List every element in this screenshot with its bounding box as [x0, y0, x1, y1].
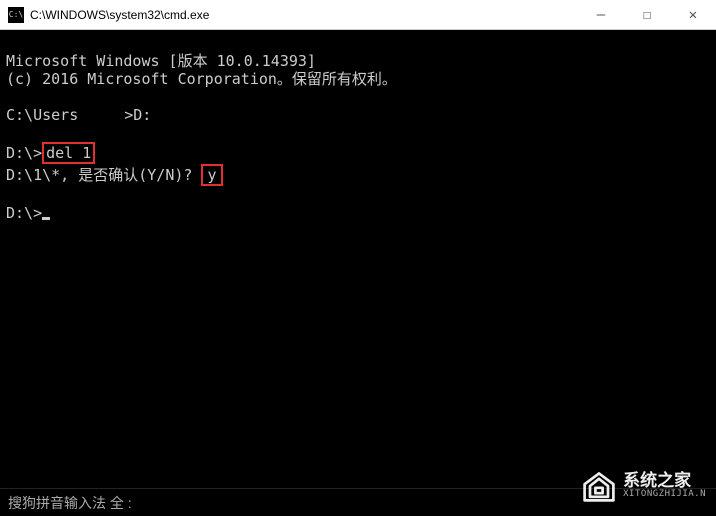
watermark-text: 系统之家 XITONGZHIJIA.N	[623, 472, 706, 501]
prompt-c-suffix: >D:	[124, 106, 151, 124]
watermark-main: 系统之家	[623, 472, 706, 491]
titlebar-controls: — ☐ ✕	[578, 0, 716, 29]
highlighted-command-del: del 1	[42, 142, 95, 164]
watermark: 系统之家 XITONGZHIJIA.N	[581, 468, 706, 504]
close-button[interactable]: ✕	[670, 0, 716, 29]
highlighted-input-y: y	[201, 164, 222, 186]
prompt-c-users: C:\Users	[6, 106, 78, 124]
confirm-prompt: D:\1\*, 是否确认(Y/N)?	[6, 166, 192, 184]
window-title: C:\WINDOWS\system32\cmd.exe	[30, 8, 578, 22]
terminal-line: Microsoft Windows [版本 10.0.14393]	[6, 52, 316, 70]
maximize-button[interactable]: ☐	[624, 0, 670, 29]
terminal-line: (c) 2016 Microsoft Corporation。保留所有权利。	[6, 70, 397, 88]
house-icon	[581, 468, 617, 504]
watermark-sub: XITONGZHIJIA.N	[623, 490, 706, 500]
prompt-d: D:\>	[6, 144, 42, 162]
redacted-username	[78, 109, 124, 123]
window-titlebar: C:\ C:\WINDOWS\system32\cmd.exe — ☐ ✕	[0, 0, 716, 30]
minimize-button[interactable]: —	[578, 0, 624, 29]
terminal-cursor	[42, 217, 50, 220]
ime-text: 搜狗拼音输入法 全 :	[8, 495, 132, 511]
prompt-d-final: D:\>	[6, 204, 42, 222]
cmd-icon: C:\	[8, 7, 24, 23]
terminal-output[interactable]: Microsoft Windows [版本 10.0.14393] (c) 20…	[0, 30, 716, 488]
